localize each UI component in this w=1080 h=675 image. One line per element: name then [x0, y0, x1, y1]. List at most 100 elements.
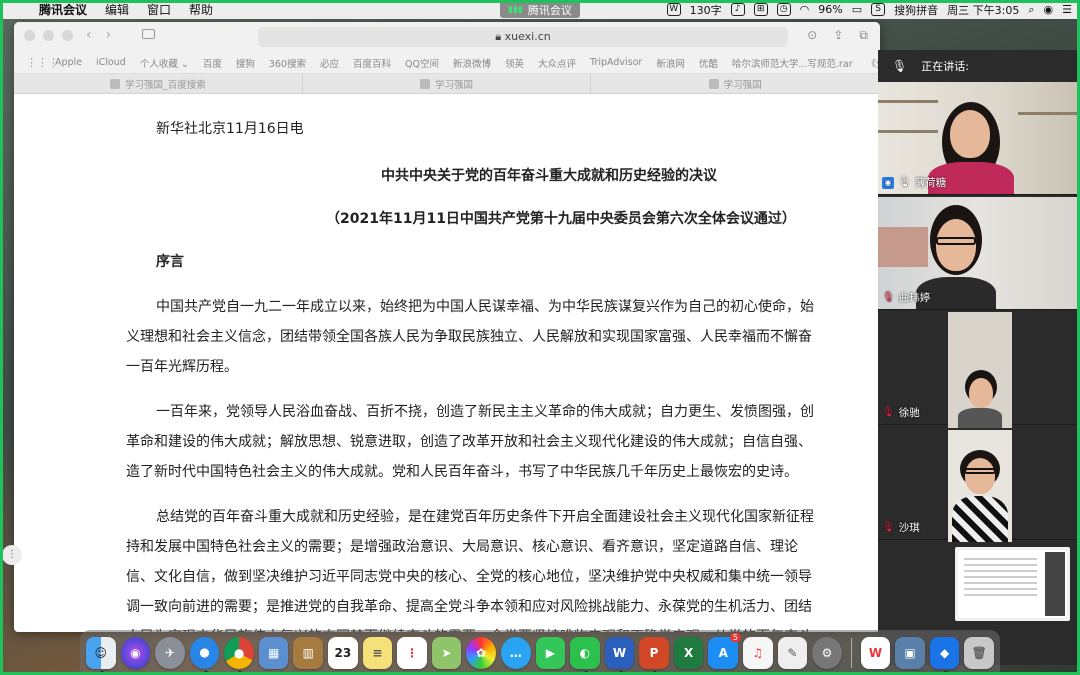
tencent-meeting-icon[interactable]: ◆ — [929, 636, 960, 675]
browser-window: ‹ › 🔒︎ xuexi.cn ⊙ ⇪ ⧉ ⋮⋮⋮ Apple iCloud 个… — [14, 22, 880, 632]
preview-image-icon[interactable]: ▣ — [895, 636, 925, 669]
close-window-button[interactable] — [24, 30, 35, 41]
messages-bubble-icon[interactable]: … — [500, 636, 531, 669]
thumb-text-line — [964, 588, 1037, 590]
bookmark-item[interactable]: 优酷 — [692, 56, 725, 70]
tab-xuexi-1[interactable]: 学习强国 — [303, 74, 592, 93]
siri-icon[interactable]: ◉ — [1044, 3, 1054, 16]
sidebar-toggle-icon[interactable] — [142, 29, 155, 39]
control-list-icon[interactable]: ☰ — [1062, 3, 1072, 16]
participant-name: 曲玮婷 — [898, 292, 931, 304]
zoom-window-button[interactable] — [62, 30, 73, 41]
app-store-icon[interactable]: A5 — [708, 632, 741, 669]
bookmark-item[interactable]: 新浪微博 — [446, 56, 498, 70]
bookmark-item[interactable]: 领英 — [498, 56, 531, 70]
forward-arrow-icon[interactable]: › — [106, 27, 112, 43]
participant-label: 🎙︎ 曲玮婷 — [882, 290, 930, 305]
excel-icon[interactable]: X — [673, 636, 704, 669]
participant-name: 薄荷糖 — [914, 177, 947, 189]
notes-icon[interactable]: ≡ — [362, 636, 393, 669]
word-icon[interactable]: W — [604, 636, 635, 675]
wechat-icon[interactable]: ◐ — [570, 636, 600, 675]
bookshelf — [1018, 112, 1080, 115]
tab-xuexi-2[interactable]: 学习强国 — [591, 74, 880, 93]
trash-icon[interactable]: 🗑︎ — [964, 636, 994, 669]
thumb-text-line — [964, 558, 1037, 560]
bookmark-item[interactable]: 大众点评 — [531, 56, 583, 70]
bookmark-item[interactable]: Apple — [48, 57, 89, 68]
bookmarks-grid-icon[interactable]: ⋮⋮⋮ — [26, 56, 59, 69]
tab-label: 学习强国 — [435, 79, 474, 91]
thumb-text-line — [964, 570, 1037, 572]
menu-edit[interactable]: 编辑 — [96, 1, 138, 18]
bookmark-item[interactable]: TripAdvisor — [583, 57, 649, 68]
wps-icon[interactable]: W — [666, 3, 681, 16]
bookmark-item[interactable]: 新浪网 — [649, 56, 692, 70]
bookmark-item[interactable]: iCloud — [89, 57, 133, 68]
participant-video-tile[interactable]: 🎙︎ 曲玮婷 — [878, 197, 1080, 310]
maps-icon[interactable]: ➤ — [431, 636, 462, 669]
finder-icon[interactable]: ☺ — [86, 636, 116, 675]
spotlight-search-icon[interactable]: ⌕ — [1028, 3, 1034, 17]
bookmark-item[interactable]: 必应 — [313, 56, 346, 70]
bookmark-item[interactable]: 哈尔滨师范大学...写规范.rar — [725, 56, 860, 70]
app-status-icon[interactable]: ⊞ — [753, 3, 768, 16]
facetime-icon[interactable]: ▶ — [535, 636, 566, 669]
menu-help[interactable]: 帮助 — [180, 1, 222, 18]
menu-app-name[interactable]: 腾讯会议 — [30, 1, 96, 18]
paw-favicon-icon — [109, 78, 120, 89]
clock-status-icon[interactable]: ◷ — [776, 3, 791, 16]
photos-icon[interactable]: ✿ — [466, 636, 496, 669]
powerpoint-icon[interactable]: P — [639, 636, 669, 675]
bookmark-item[interactable]: QQ空间 — [398, 56, 446, 70]
participant-video-tile[interactable]: ◉ 🎙︎ 薄荷糖 — [878, 82, 1080, 195]
mic-icon[interactable]: ♪ — [730, 3, 745, 16]
safari-compass-icon[interactable]: ✦ — [189, 636, 220, 675]
system-preferences-gear-icon[interactable]: ⚙ — [812, 636, 842, 669]
participant-name: 徐驰 — [898, 407, 920, 419]
running-dot — [618, 670, 623, 675]
bookmark-item[interactable]: 个人收藏 ⌄ — [133, 56, 196, 70]
meeting-status-pill[interactable]: ▮▮▮ 腾讯会议 — [500, 1, 580, 18]
bookmark-item[interactable]: 《外国文 — [860, 56, 880, 70]
music-note-icon[interactable]: ♫ — [743, 636, 773, 669]
contacts-icon[interactable]: ▥ — [293, 636, 324, 669]
wifi-icon[interactable]: ◠ — [800, 3, 810, 16]
menu-window[interactable]: 窗口 — [138, 1, 180, 18]
participant-body — [958, 408, 1002, 428]
shared-screen-thumbnail[interactable] — [955, 547, 1070, 621]
calendar-icon[interactable]: 23 — [328, 636, 358, 669]
back-arrow-icon[interactable]: ‹ — [86, 27, 92, 43]
thumb-text-line — [964, 576, 1037, 578]
participant-body — [952, 496, 1008, 542]
download-icon[interactable]: ⊙ — [807, 28, 817, 43]
input-method-label[interactable]: 搜狗拼音 — [894, 2, 938, 18]
mic-muted-icon: 🎙︎ — [882, 292, 895, 303]
calendar-day: 23 — [334, 645, 352, 660]
xuexi-favicon-icon — [420, 78, 430, 89]
siri-icon[interactable]: ◉ — [120, 636, 151, 669]
share-icon[interactable]: ⇪ — [833, 28, 843, 43]
menubar-clock[interactable]: 周三 下午3:05 — [947, 2, 1019, 18]
wps-icon[interactable]: W — [860, 636, 891, 669]
chrome-icon[interactable]: ● — [224, 636, 254, 675]
bookmark-item[interactable]: 360搜索 — [262, 56, 313, 70]
floating-toolbar-handle-icon[interactable]: ⋮ — [2, 545, 22, 565]
minimize-window-button[interactable] — [43, 30, 54, 41]
launchpad-rocket-icon[interactable]: ✈ — [155, 636, 185, 669]
running-dot — [100, 670, 105, 675]
bookshelf — [878, 130, 938, 133]
running-dot — [203, 670, 208, 675]
script-editor-icon[interactable]: ✎ — [777, 636, 808, 669]
bookmark-item[interactable]: 搜狗 — [229, 56, 262, 70]
bookmark-item[interactable]: 百度百科 — [346, 56, 398, 70]
tabs-overview-icon[interactable]: ⧉ — [859, 28, 868, 43]
input-method-icon[interactable]: S — [871, 3, 886, 16]
address-bar-url: xuexi.cn — [504, 30, 551, 43]
bookmark-item[interactable]: 百度 — [196, 56, 229, 70]
battery-icon[interactable]: ▭ — [852, 3, 862, 16]
address-bar[interactable]: 🔒︎ xuexi.cn — [258, 27, 788, 47]
tab-baidu-search[interactable]: 学习强国_百度搜索 — [14, 74, 303, 93]
preview-photo-icon[interactable]: ▦ — [258, 636, 289, 669]
reminders-icon[interactable]: ⋮ — [397, 636, 427, 669]
